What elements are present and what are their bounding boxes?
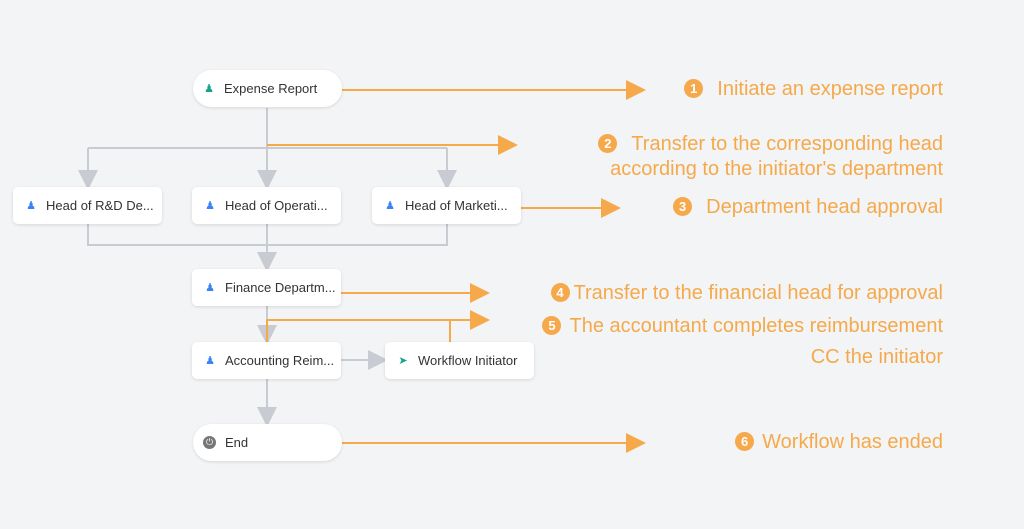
node-label: Finance Departm... (225, 280, 336, 295)
annotation-text: Transfer to the corresponding head (631, 133, 943, 155)
annotation-text: Initiate an expense report (717, 78, 943, 100)
annotation-5: 5 The accountant completes reimbursement C… (542, 311, 943, 373)
node-head-marketing[interactable]: ♟ Head of Marketi... (372, 187, 521, 224)
node-label: Accounting Reim... (225, 353, 335, 368)
node-label: Head of R&D De... (46, 198, 154, 213)
node-head-operations[interactable]: ♟ Head of Operati... (192, 187, 341, 224)
step-number: 4 (550, 283, 570, 302)
step-number: 3 (673, 197, 693, 216)
power-icon: ⏻ (203, 436, 216, 449)
annotation-4: 4 Transfer to the financial head for appr… (550, 282, 943, 305)
node-label: Head of Operati... (225, 198, 328, 213)
step-number: 1 (684, 79, 704, 98)
approver-icon: ♟ (205, 200, 215, 212)
node-accounting[interactable]: ♟ Accounting Reim... (192, 342, 341, 379)
annotation-text: Workflow has ended (762, 431, 943, 453)
annotation-2: 2 Transfer to the corresponding head accor… (598, 132, 943, 182)
annotation-text: Department head approval (706, 196, 943, 218)
annotation-text: The accountant completes reimbursement (569, 315, 943, 337)
node-label: Workflow Initiator (418, 353, 518, 368)
node-label: Head of Marketi... (405, 198, 508, 213)
approver-icon: ♟ (385, 200, 395, 212)
node-end[interactable]: ⏻ End (193, 424, 342, 461)
approver-icon: ♟ (205, 282, 215, 294)
node-finance[interactable]: ♟ Finance Departm... (192, 269, 341, 306)
annotation-text: CC the initiator (810, 346, 943, 368)
node-expense-report[interactable]: ♟ Expense Report (193, 70, 342, 107)
send-plane-icon: ➤ (398, 355, 408, 367)
annotation-1: 1 Initiate an expense report (684, 78, 943, 101)
annotation-6: 6 Workflow has ended (735, 431, 943, 454)
step-number: 2 (598, 134, 618, 153)
annotation-3: 3 Department head approval (673, 196, 943, 219)
annotation-text: Transfer to the financial head for appro… (573, 282, 943, 304)
initiator-person-icon: ♟ (204, 83, 214, 95)
node-label: End (225, 435, 249, 450)
step-number: 5 (542, 316, 562, 335)
node-label: Expense Report (224, 81, 318, 96)
annotation-text: according to the initiator's department (610, 158, 943, 180)
approver-icon: ♟ (26, 200, 36, 212)
node-head-rd[interactable]: ♟ Head of R&D De... (13, 187, 162, 224)
step-number: 6 (735, 432, 755, 451)
node-workflow-initiator[interactable]: ➤ Workflow Initiator (385, 342, 534, 379)
approver-icon: ♟ (205, 355, 215, 367)
